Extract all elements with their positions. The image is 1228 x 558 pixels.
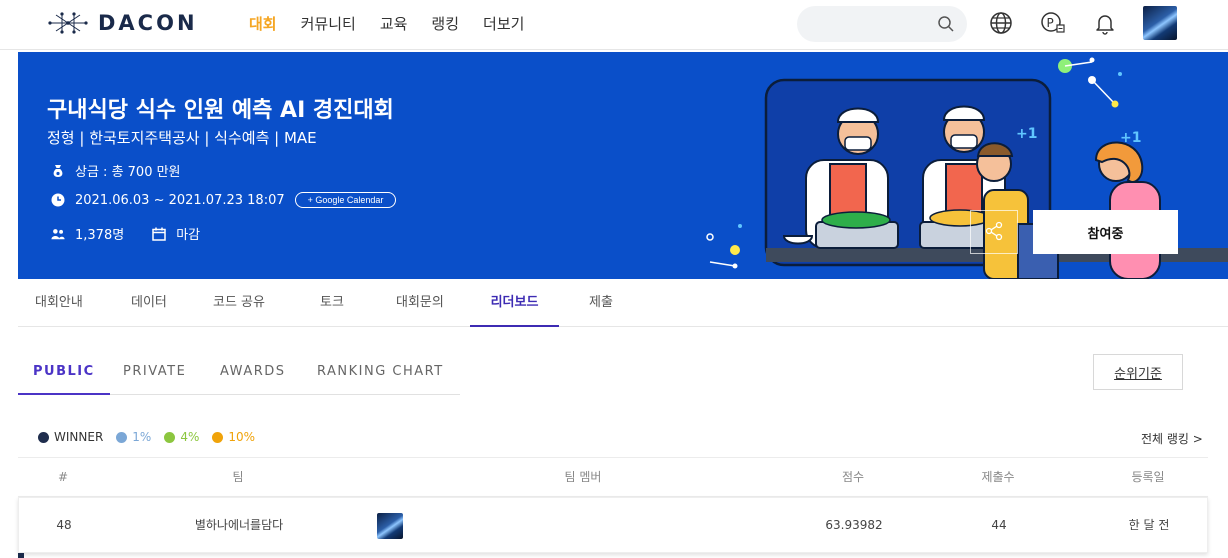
nav-community[interactable]: 커뮤니티 xyxy=(301,13,356,34)
row-score: 63.93982 xyxy=(825,518,883,532)
subtab-private[interactable]: PRIVATE xyxy=(123,352,186,395)
legend-dot xyxy=(38,431,49,443)
participants-count: 1,378명 xyxy=(75,228,125,243)
row-submissions: 44 xyxy=(991,518,1007,532)
legend-winner: WINNER xyxy=(38,430,103,444)
clock-icon xyxy=(51,193,65,207)
competition-tabs: 대회안내 데이터 코드 공유 토크 대회문의 리더보드 제출 xyxy=(18,281,1228,327)
leaderboard-header: # 팀 팀 멤버 점수 제출수 등록일 xyxy=(18,457,1208,497)
tab-submit[interactable]: 제출 xyxy=(589,281,613,327)
rank-legend: WINNER 1% 4% 10% xyxy=(38,430,268,444)
tab-code-share[interactable]: 코드 공유 xyxy=(213,281,265,327)
subtab-ranking-chart[interactable]: RANKING CHART xyxy=(317,352,444,395)
subtab-public[interactable]: PUBLIC xyxy=(18,352,110,395)
col-score: 점수 xyxy=(841,470,865,484)
col-submissions: 제출수 xyxy=(981,470,1015,484)
participants-row: 1,378명 마감 xyxy=(51,224,200,243)
legend-dot xyxy=(212,431,224,443)
svg-text:+1: +1 xyxy=(1016,126,1037,142)
search-box xyxy=(797,6,967,42)
nav-education[interactable]: 교육 xyxy=(380,13,408,34)
search-input[interactable] xyxy=(797,6,927,42)
legend-dot xyxy=(164,431,176,443)
prize-text: 상금 : 총 700 만원 xyxy=(75,165,181,180)
logo-text: DACON xyxy=(98,11,198,35)
row-rank: 48 xyxy=(56,518,72,532)
col-rank: # xyxy=(57,470,69,484)
tab-talk[interactable]: 토크 xyxy=(320,281,344,327)
calendar-icon xyxy=(152,227,166,241)
tab-leaderboard[interactable]: 리더보드 xyxy=(470,281,559,327)
tab-data[interactable]: 데이터 xyxy=(131,281,167,327)
nav-more[interactable]: 더보기 xyxy=(483,13,524,34)
competition-banner: 구내식당 식수 인원 예측 AI 경진대회 정형 | 한국토지주택공사 | 식수… xyxy=(18,52,1228,279)
nav-ranking[interactable]: 랭킹 xyxy=(431,13,459,34)
col-members: 팀 멤버 xyxy=(564,470,602,484)
col-date: 등록일 xyxy=(1131,470,1165,484)
top-header: DACON 대회 커뮤니티 교육 랭킹 더보기 P xyxy=(0,0,1228,50)
svg-text:+1: +1 xyxy=(1120,130,1141,146)
people-icon xyxy=(51,227,65,241)
period-text: 2021.06.03 ~ 2021.07.23 18:07 xyxy=(75,192,285,208)
row-team[interactable]: 별하나에너를담다 xyxy=(169,498,309,554)
row-marker xyxy=(18,553,24,558)
bell-icon[interactable] xyxy=(1092,10,1118,36)
tab-inquiry[interactable]: 대회문의 xyxy=(396,281,444,327)
competition-tags: 정형 | 한국토지주택공사 | 식수예측 | MAE xyxy=(47,129,317,147)
competition-title: 구내식당 식수 인원 예측 AI 경진대회 xyxy=(47,98,394,123)
subtab-awards[interactable]: AWARDS xyxy=(220,352,286,395)
money-bag-icon xyxy=(51,164,65,178)
main-nav: 대회 커뮤니티 교육 랭킹 더보기 xyxy=(249,13,548,34)
legend-label: 4% xyxy=(180,430,200,444)
legend-dot xyxy=(116,431,128,443)
legend-label: WINNER xyxy=(54,430,104,444)
prize-row: 상금 : 총 700 만원 xyxy=(51,161,181,180)
legend-label: 10% xyxy=(228,430,256,444)
legend-1pct: 1% xyxy=(116,430,151,444)
col-team: 팀 xyxy=(232,470,244,484)
share-button[interactable] xyxy=(970,210,1018,254)
svg-text:P: P xyxy=(1047,16,1054,30)
row-date: 한 달 전 xyxy=(1128,518,1170,532)
tab-overview[interactable]: 대회안내 xyxy=(35,281,83,327)
search-icon[interactable] xyxy=(937,15,955,37)
table-row[interactable]: 48 별하나에너를담다 63.93982 44 한 달 전 xyxy=(18,497,1208,553)
google-calendar-button[interactable]: + Google Calendar xyxy=(294,192,397,208)
rank-criteria-button[interactable]: 순위기준 xyxy=(1093,354,1183,390)
member-avatar[interactable] xyxy=(377,513,403,539)
legend-4pct: 4% xyxy=(164,430,199,444)
status-text: 마감 xyxy=(176,228,201,243)
legend-10pct: 10% xyxy=(212,430,255,444)
point-icon[interactable]: P xyxy=(1040,10,1066,36)
legend-label: 1% xyxy=(132,430,152,444)
join-button[interactable]: 참여중 xyxy=(1033,210,1178,254)
dacon-logo[interactable]: DACON xyxy=(48,10,198,36)
globe-icon[interactable] xyxy=(988,10,1014,36)
period-row: 2021.06.03 ~ 2021.07.23 18:07 + Google C… xyxy=(51,192,397,208)
logo-mark-icon xyxy=(48,12,88,34)
leaderboard-subtabs: PUBLIC PRIVATE AWARDS RANKING CHART xyxy=(18,352,460,395)
all-ranking-link[interactable]: 전체 랭킹 > xyxy=(1141,430,1203,447)
share-icon xyxy=(984,221,1004,244)
user-avatar[interactable] xyxy=(1143,6,1177,40)
nav-competition[interactable]: 대회 xyxy=(249,13,277,34)
